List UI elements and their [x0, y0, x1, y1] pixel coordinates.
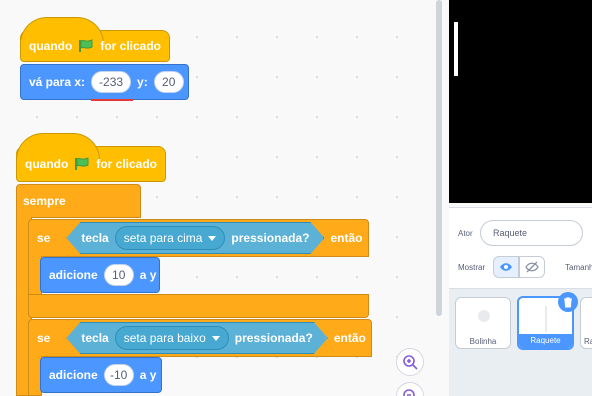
- actor-label: Ator: [458, 229, 473, 238]
- key-pressed-block[interactable]: tecla seta para cima pressionada?: [66, 222, 324, 254]
- then-label: então: [333, 331, 366, 345]
- forever-label: sempre: [23, 194, 66, 208]
- size-label: Tamanh: [565, 263, 592, 272]
- paddle-thumbnail: [545, 306, 547, 332]
- hat-label: quando: [29, 39, 73, 53]
- change-y-block-2[interactable]: adicione -10 a y: [40, 357, 162, 393]
- eye-off-icon: [525, 261, 539, 273]
- stage[interactable]: [449, 0, 592, 203]
- sprite-card-3[interactable]: Ra: [580, 297, 592, 349]
- key-pressed-block[interactable]: tecla seta para baixo pressionada?: [66, 322, 327, 354]
- show-button[interactable]: [493, 256, 519, 278]
- sprite-name: Raquete: [519, 334, 572, 348]
- then-label: então: [330, 231, 363, 245]
- green-flag-icon: [74, 157, 90, 171]
- change-value-input[interactable]: -10: [103, 364, 134, 386]
- hat-suffix: for clicado: [96, 157, 158, 171]
- green-flag-icon: [78, 39, 94, 53]
- key-label: tecla: [81, 231, 109, 245]
- spellcheck-underline: [91, 99, 133, 101]
- sprite-name-field[interactable]: Raquete: [480, 220, 583, 246]
- sprite-card-bolinha[interactable]: Bolinha: [455, 297, 511, 349]
- key-value: seta para cima: [123, 231, 203, 245]
- when-flag-clicked-block[interactable]: quando for clicado: [20, 17, 171, 62]
- change-value-input[interactable]: 10: [103, 264, 134, 286]
- y-value-input[interactable]: 20: [153, 71, 184, 93]
- forever-block[interactable]: sempre: [16, 184, 141, 218]
- key-dropdown[interactable]: seta para baixo: [115, 326, 229, 350]
- change-label: adicione: [49, 268, 98, 282]
- change-label: adicione: [49, 368, 98, 382]
- x-value-input[interactable]: -233: [91, 71, 132, 93]
- show-label: Mostrar: [458, 263, 486, 272]
- script-workspace[interactable]: quando for clicado vá para x: -233 y: 20…: [0, 0, 436, 396]
- paddle-sprite: [454, 22, 458, 76]
- pressed-label: pressionada?: [231, 231, 310, 245]
- y-label: y:: [137, 75, 148, 89]
- key-label: tecla: [81, 331, 109, 345]
- delete-sprite-button[interactable]: [558, 292, 578, 312]
- sprite-name: Bolinha: [469, 337, 497, 346]
- hide-button[interactable]: [519, 256, 545, 278]
- hat-suffix: for clicado: [100, 39, 162, 53]
- goto-label: vá para x:: [29, 75, 86, 89]
- change-suffix: a y: [139, 368, 157, 382]
- change-y-block-1[interactable]: adicione 10 a y: [40, 257, 160, 293]
- key-value: seta para baixo: [123, 331, 206, 345]
- zoom-out-button[interactable]: [396, 382, 424, 396]
- zoom-in-button[interactable]: [396, 348, 424, 376]
- zoom-out-icon: [403, 389, 415, 396]
- pressed-label: pressionada?: [234, 331, 313, 345]
- key-dropdown[interactable]: seta para cima: [115, 226, 226, 250]
- zoom-in-icon: [403, 355, 418, 370]
- if-block-2[interactable]: se tecla seta para baixo pressionada? en…: [28, 319, 372, 357]
- sprite-name: Ra: [584, 337, 592, 346]
- when-flag-clicked-block-2[interactable]: quando for clicado: [16, 133, 167, 182]
- go-to-xy-block[interactable]: vá para x: -233 y: 20: [20, 64, 189, 100]
- if-1-footer: [28, 294, 369, 318]
- hat-label: quando: [25, 157, 69, 171]
- change-suffix: a y: [139, 268, 157, 282]
- ball-thumbnail: [478, 310, 490, 322]
- chevron-down-icon: [212, 336, 220, 341]
- if-block-1[interactable]: se tecla seta para cima pressionada? ent…: [28, 219, 369, 257]
- eye-icon: [500, 263, 512, 271]
- workspace-scrollbar[interactable]: [436, 0, 442, 316]
- trash-icon: [564, 297, 572, 307]
- if-label: se: [37, 231, 51, 245]
- chevron-down-icon: [208, 236, 216, 241]
- if-label: se: [37, 331, 51, 345]
